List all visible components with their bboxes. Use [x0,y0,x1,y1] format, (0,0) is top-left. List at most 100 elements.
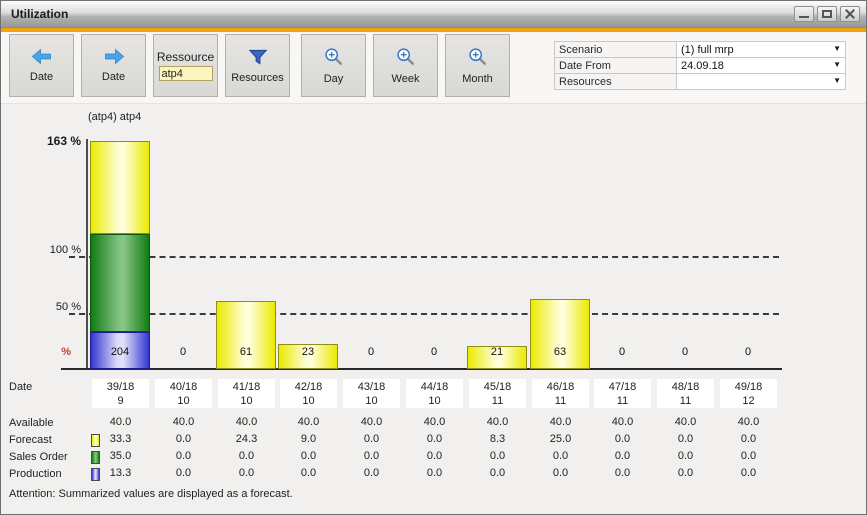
percent-row-label: % [51,346,71,358]
table-cell-production: 0.0 [155,467,212,481]
bar-value-label: 23 [278,346,338,358]
table-cell-production: 0.0 [720,467,777,481]
table-cell-forecast: 0.0 [155,433,212,447]
table-cell-available: 40.0 [657,416,714,430]
table-cell-sales-order: 0.0 [406,450,463,464]
table-cell-available: 40.0 [720,416,777,430]
table-cell-sales-order: 0.0 [218,450,275,464]
bar-value-label: 0 [153,346,213,358]
date-cell: 40/1810 [155,379,212,408]
bar-value-label: 0 [718,346,778,358]
date-week: 46/18 [532,380,589,394]
table-cell-sales-order: 0.0 [720,450,777,464]
bar-segment-forecast [216,301,276,369]
date-cell: 44/1810 [406,379,463,408]
date-month: 10 [406,394,463,408]
date-month: 12 [720,394,777,408]
table-cell-forecast: 0.0 [343,433,400,447]
bar-value-label: 63 [530,346,590,358]
table-cell-sales-order: 0.0 [594,450,651,464]
date-month: 11 [657,394,714,408]
bar-value-label: 0 [592,346,652,358]
y-axis-100-label: 100 % [35,244,81,256]
date-cell: 49/1812 [720,379,777,408]
table-cell-available: 40.0 [406,416,463,430]
table-cell-production: 0.0 [406,467,463,481]
utilization-window: Utilization Date Date Ressource Re [0,0,867,515]
table-cell-forecast: 33.3 [92,433,149,447]
table-cell-production: 0.0 [218,467,275,481]
table-cell-production: 0.0 [657,467,714,481]
y-axis-50-label: 50 % [35,301,81,313]
table-cell-sales-order: 35.0 [92,450,149,464]
date-week: 45/18 [469,380,526,394]
date-week: 44/18 [406,380,463,394]
table-cell-forecast: 9.0 [280,433,337,447]
gridline-100pct [69,256,779,258]
x-axis-line [61,368,782,370]
table-cell-available: 40.0 [280,416,337,430]
date-month: 11 [594,394,651,408]
date-month: 10 [218,394,275,408]
date-week: 42/18 [280,380,337,394]
table-cell-sales-order: 0.0 [657,450,714,464]
table-cell-available: 40.0 [155,416,212,430]
date-week: 40/18 [155,380,212,394]
date-week: 47/18 [594,380,651,394]
table-cell-sales-order: 0.0 [343,450,400,464]
date-cell: 41/1810 [218,379,275,408]
bar-value-label: 0 [341,346,401,358]
table-cell-production: 0.0 [594,467,651,481]
table-cell-available: 40.0 [92,416,149,430]
table-cell-production: 0.0 [532,467,589,481]
date-month: 10 [155,394,212,408]
table-cell-sales-order: 0.0 [469,450,526,464]
production-row-label: Production [9,468,62,482]
gridline-50pct [69,313,779,315]
bar-value-label: 0 [404,346,464,358]
date-cell: 47/1811 [594,379,651,408]
bar-segment-sales-order [90,234,150,332]
table-cell-production: 0.0 [343,467,400,481]
table-cell-available: 40.0 [218,416,275,430]
table-cell-forecast: 0.0 [720,433,777,447]
date-month: 10 [343,394,400,408]
date-cell: 46/1811 [532,379,589,408]
y-axis-max-label: 163 % [35,134,81,148]
date-cell: 39/189 [92,379,149,408]
date-week: 48/18 [657,380,714,394]
date-month: 10 [280,394,337,408]
table-cell-production: 0.0 [469,467,526,481]
sales-order-row-label: Sales Order [9,451,68,465]
bar-segment-forecast [90,141,150,234]
date-cell: 43/1810 [343,379,400,408]
bar-value-label: 0 [655,346,715,358]
date-week: 49/18 [720,380,777,394]
table-cell-sales-order: 0.0 [280,450,337,464]
available-row-label: Available [9,417,53,431]
chart-area: (atp4) atp4 163 % 100 % 50 % % Date Avai… [1,1,867,515]
table-cell-forecast: 24.3 [218,433,275,447]
table-cell-forecast: 8.3 [469,433,526,447]
table-cell-forecast: 0.0 [657,433,714,447]
date-month: 11 [469,394,526,408]
table-cell-available: 40.0 [343,416,400,430]
forecast-row-label: Forecast [9,434,52,448]
date-week: 39/18 [92,380,149,394]
table-cell-available: 40.0 [594,416,651,430]
bar-value-label: 204 [90,346,150,358]
bar-segment-forecast [530,299,590,369]
table-cell-forecast: 0.0 [406,433,463,447]
date-cell: 45/1811 [469,379,526,408]
date-row-label: Date [9,381,32,395]
table-cell-forecast: 0.0 [594,433,651,447]
y-axis-line [86,139,88,369]
date-cell: 48/1811 [657,379,714,408]
date-month: 11 [532,394,589,408]
table-cell-sales-order: 0.0 [532,450,589,464]
date-week: 43/18 [343,380,400,394]
date-week: 41/18 [218,380,275,394]
bar-value-label: 21 [467,346,527,358]
table-cell-forecast: 25.0 [532,433,589,447]
table-cell-available: 40.0 [532,416,589,430]
